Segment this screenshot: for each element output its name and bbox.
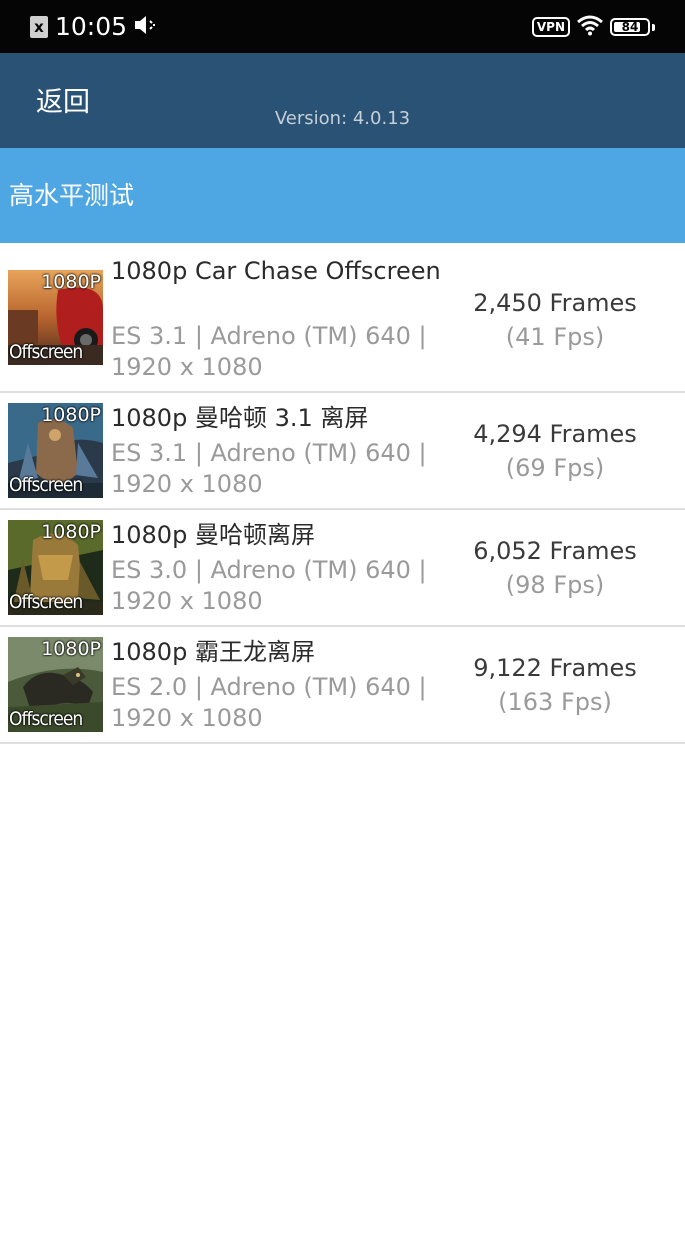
score-frames: 6,052 Frames bbox=[473, 537, 637, 565]
score-frames: 4,294 Frames bbox=[473, 420, 637, 448]
test-score: 4,294 Frames (69 Fps) bbox=[455, 417, 655, 485]
thumb-label: Offscreen bbox=[9, 474, 83, 496]
status-right: VPN 84 bbox=[531, 14, 655, 40]
clock: 10:05 bbox=[55, 12, 128, 41]
car-chase-thumbnail: 1080P Offscreen bbox=[8, 270, 103, 365]
manhattan-31-thumbnail: 1080P Offscreen bbox=[8, 403, 103, 498]
test-title: 1080p 曼哈顿离屏 bbox=[111, 521, 315, 549]
test-results-list: 1080P Offscreen 1080p Car Chase Offscree… bbox=[0, 243, 685, 744]
thumb-badge: 1080P bbox=[41, 271, 101, 293]
battery-level-text: 84 bbox=[621, 20, 639, 34]
mute-icon bbox=[133, 14, 159, 40]
no-sim-icon: x bbox=[30, 16, 48, 38]
score-fps: (163 Fps) bbox=[498, 688, 612, 716]
test-title: 1080p 曼哈顿 3.1 离屏 bbox=[111, 404, 369, 432]
test-title: 1080p Car Chase Offscreen bbox=[111, 257, 441, 285]
score-frames: 9,122 Frames bbox=[473, 654, 637, 682]
score-frames: 2,450 Frames bbox=[473, 289, 637, 317]
version-label: Version: 4.0.13 bbox=[274, 108, 411, 129]
battery-icon: 84 bbox=[610, 18, 650, 36]
list-item[interactable]: 1080P Offscreen 1080p 霸王龙离屏 ES 2.0 | Adr… bbox=[0, 627, 685, 744]
list-item[interactable]: 1080P Offscreen 1080p 曼哈顿离屏 ES 3.0 | Adr… bbox=[0, 510, 685, 627]
thumb-label: Offscreen bbox=[9, 341, 83, 363]
thumb-label: Offscreen bbox=[9, 591, 83, 613]
section-title: 高水平测试 bbox=[9, 181, 135, 210]
thumb-badge: 1080P bbox=[41, 638, 101, 660]
thumb-badge: 1080P bbox=[41, 521, 101, 543]
test-meta: ES 3.1 | Adreno (TM) 640 | 1920 x 1080 bbox=[111, 322, 427, 381]
test-score: 9,122 Frames (163 Fps) bbox=[455, 651, 655, 719]
battery-tip bbox=[652, 23, 655, 31]
thumb-badge: 1080P bbox=[41, 404, 101, 426]
test-meta: ES 2.0 | Adreno (TM) 640 | 1920 x 1080 bbox=[111, 673, 427, 732]
manhattan-thumbnail: 1080P Offscreen bbox=[8, 520, 103, 615]
vpn-icon: VPN bbox=[531, 17, 570, 37]
status-bar: x 10:05 VPN 84 bbox=[0, 0, 685, 53]
app-header: 返回 Version: 4.0.13 bbox=[0, 53, 685, 148]
test-title: 1080p 霸王龙离屏 bbox=[111, 638, 315, 666]
list-item[interactable]: 1080P Offscreen 1080p Car Chase Offscree… bbox=[0, 243, 685, 393]
section-header: 高水平测试 bbox=[0, 148, 685, 243]
t-rex-thumbnail: 1080P Offscreen bbox=[8, 637, 103, 732]
status-left: x 10:05 bbox=[30, 10, 159, 44]
test-score: 2,450 Frames (41 Fps) bbox=[455, 286, 655, 354]
thumb-label: Offscreen bbox=[9, 708, 83, 730]
test-score: 6,052 Frames (98 Fps) bbox=[455, 534, 655, 602]
score-fps: (41 Fps) bbox=[505, 323, 605, 351]
test-meta: ES 3.0 | Adreno (TM) 640 | 1920 x 1080 bbox=[111, 556, 427, 615]
wifi-icon bbox=[576, 14, 604, 40]
list-item[interactable]: 1080P Offscreen 1080p 曼哈顿 3.1 离屏 ES 3.1 … bbox=[0, 393, 685, 510]
score-fps: (69 Fps) bbox=[505, 454, 605, 482]
test-meta: ES 3.1 | Adreno (TM) 640 | 1920 x 1080 bbox=[111, 439, 427, 498]
score-fps: (98 Fps) bbox=[505, 571, 605, 599]
